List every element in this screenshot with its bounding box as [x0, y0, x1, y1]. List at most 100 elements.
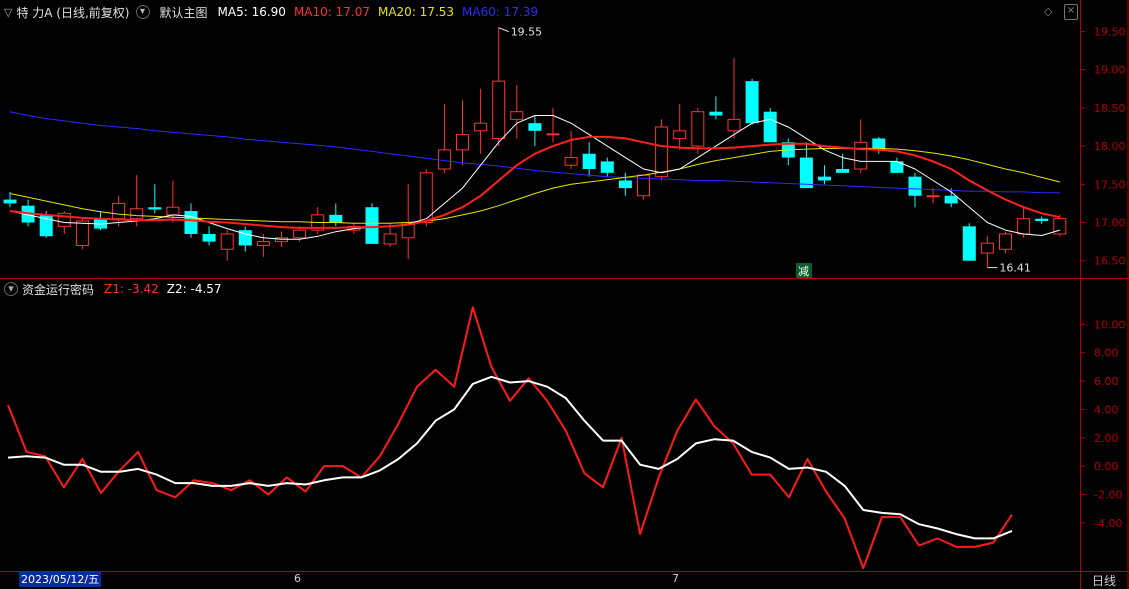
- candle-body: [220, 233, 234, 250]
- candle: [600, 157, 614, 177]
- candle: [220, 230, 234, 261]
- candle: [763, 107, 777, 143]
- candle-body: [600, 161, 614, 173]
- candle: [492, 27, 506, 147]
- candle-body: [944, 195, 958, 204]
- candle: [510, 84, 524, 139]
- candle: [926, 188, 940, 204]
- candle-body: [293, 229, 307, 239]
- candle: [130, 175, 144, 227]
- candle: [890, 157, 904, 173]
- candle: [528, 115, 542, 147]
- indicator-axis: 10.00 8.00 6.00 4.00 2.00 0.00 -2.00 -4.00: [1080, 318, 1126, 530]
- candle: [980, 236, 994, 268]
- period-label[interactable]: 日线: [1092, 572, 1116, 589]
- price-tick-label: 18.50: [1094, 102, 1126, 115]
- candle-body: [618, 180, 632, 189]
- candle-body: [908, 176, 922, 196]
- candle-body: [980, 242, 994, 254]
- candle: [962, 223, 976, 261]
- candle: [673, 104, 687, 150]
- low-price-label: 16.41: [999, 262, 1031, 275]
- indicator-tick-label: 4.00: [1094, 403, 1119, 416]
- candle-body: [745, 81, 759, 124]
- high-price-label: 19.55: [511, 26, 543, 39]
- candle-body: [3, 199, 17, 204]
- chart-frame: [0, 0, 1129, 589]
- candle: [148, 184, 162, 214]
- cursor-date-label: 2023/05/12/五: [19, 572, 102, 587]
- candle: [1053, 214, 1067, 237]
- candle: [618, 172, 632, 196]
- candle-body: [1017, 218, 1031, 235]
- candle: [727, 58, 741, 139]
- candle: [311, 207, 325, 234]
- candle-body: [456, 134, 469, 151]
- candle: [691, 107, 705, 154]
- candle-body: [999, 233, 1012, 250]
- price-tick-label: 18.00: [1094, 140, 1126, 153]
- candle: [564, 130, 578, 170]
- month-label-jul: 7: [672, 572, 679, 585]
- candle: [999, 231, 1012, 254]
- candle-body: [528, 123, 542, 131]
- candle-body: [546, 133, 560, 136]
- candle: [238, 226, 252, 252]
- price-tick-label: 17.00: [1094, 217, 1126, 230]
- candle-body: [727, 118, 741, 132]
- candle-body: [474, 122, 488, 132]
- high-pointer: [498, 27, 509, 33]
- candle-body: [329, 214, 343, 223]
- indicator-tick-label: -2.00: [1094, 488, 1122, 501]
- indicator-tick-label: 6.00: [1094, 375, 1119, 388]
- indicator-tick-label: 8.00: [1094, 347, 1119, 360]
- candle-body: [854, 141, 868, 170]
- price-tick-label: 17.50: [1094, 178, 1126, 191]
- time-axis-bar: 2023/05/12/五 6 7 日线: [0, 571, 1129, 589]
- price-tick-label: 16.50: [1094, 255, 1126, 268]
- candle-body: [962, 226, 976, 261]
- candle-body: [166, 206, 180, 216]
- candle-body: [510, 111, 524, 120]
- candle-body: [691, 111, 705, 147]
- candle-body: [836, 169, 850, 173]
- z1-line: [7, 306, 1013, 570]
- candle-body: [818, 176, 831, 181]
- candle-body: [256, 241, 270, 246]
- candle: [745, 78, 759, 125]
- month-label-jun: 6: [294, 572, 301, 585]
- price-axis: 19.50 19.00 18.50 18.00 17.50 17.00 16.50: [1080, 25, 1126, 268]
- candle-body: [492, 80, 506, 139]
- candle: [1035, 216, 1049, 225]
- candle-body: [709, 111, 723, 116]
- candle-body: [655, 126, 669, 178]
- candle: [456, 100, 469, 166]
- candle-body: [926, 195, 940, 198]
- candle-body: [437, 149, 451, 170]
- candle-body: [148, 207, 162, 210]
- candle: [781, 138, 795, 166]
- candle: [854, 119, 868, 173]
- candle-body: [763, 111, 777, 143]
- candle-body: [799, 157, 813, 189]
- candle: [474, 88, 488, 154]
- indicator-tick-label: 2.00: [1094, 432, 1119, 445]
- candle-body: [673, 130, 687, 139]
- candle-body: [564, 157, 578, 166]
- candle-body: [202, 233, 216, 242]
- candle: [582, 142, 596, 177]
- chart-window: ▽ 特 力A (日线,前复权) ▾ 默认主图 MA5: 16.90 MA10: …: [0, 0, 1129, 589]
- candle-body: [365, 207, 379, 244]
- candle: [908, 172, 922, 208]
- candle: [818, 165, 831, 185]
- candle: [836, 153, 850, 173]
- indicator-tick-label: 0.00: [1094, 460, 1119, 473]
- candle-body: [184, 211, 198, 234]
- chart-canvas[interactable]: 19.50 19.00 18.50 18.00 17.50 17.00 16.50 10.0…: [0, 0, 1129, 589]
- price-tick-label: 19.50: [1094, 25, 1126, 38]
- candle: [709, 96, 723, 120]
- candle-body: [130, 208, 144, 220]
- candle-body: [383, 233, 397, 245]
- price-tick-label: 19.00: [1094, 64, 1126, 77]
- candle-body: [112, 202, 126, 220]
